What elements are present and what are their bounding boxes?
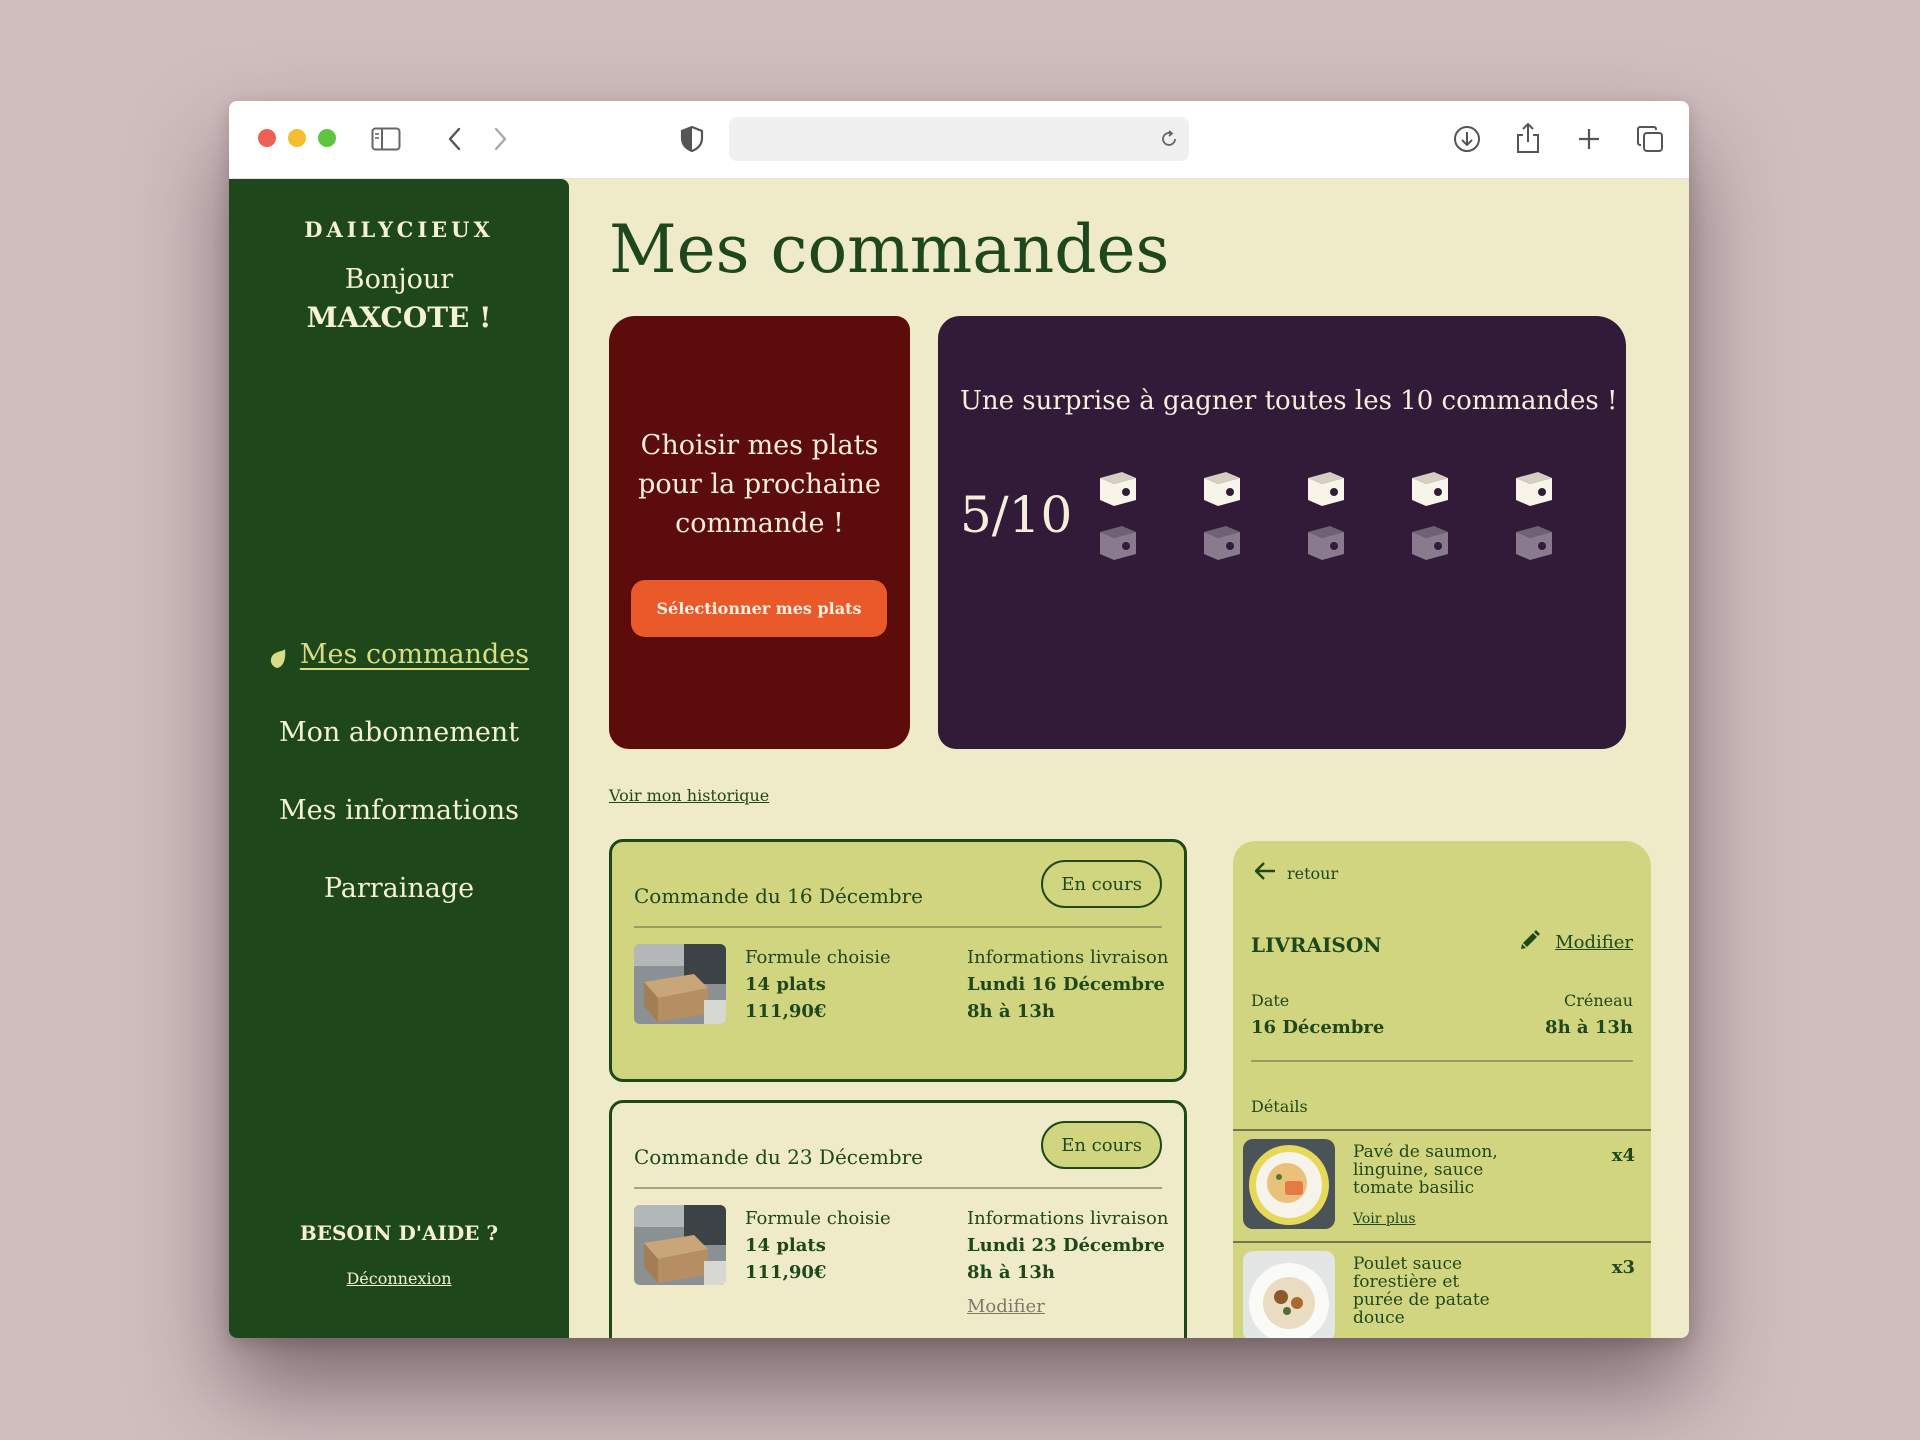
- dish-name: Poulet sauce forestière et purée de pata…: [1353, 1254, 1490, 1328]
- box-filled-icon: [1096, 468, 1140, 508]
- tabs-overview-icon[interactable]: [1634, 123, 1666, 155]
- nav-label: Mes commandes: [299, 639, 530, 670]
- address-bar[interactable]: [729, 117, 1189, 161]
- arrow-left-icon: [1253, 861, 1277, 885]
- box-filled-icon: [1200, 468, 1244, 508]
- order-thumbnail: [634, 1205, 726, 1285]
- close-window-icon[interactable]: [258, 129, 276, 147]
- nav-label: Parrainage: [323, 873, 475, 904]
- box-empty-icon: [1408, 522, 1452, 562]
- browser-toolbar: [229, 101, 1689, 179]
- box-empty-icon: [1096, 522, 1140, 562]
- browser-window: DAILYCIEUX Bonjour MAXCOTE ! Mes command…: [229, 101, 1689, 1338]
- box-filled-icon: [1512, 468, 1556, 508]
- loyalty-text: Une surprise à gagner toutes les 10 comm…: [960, 386, 1618, 416]
- loyalty-count: 5/10: [960, 486, 1073, 544]
- nav-mon-abonnement[interactable]: Mon abonnement: [229, 717, 569, 748]
- order-title: Commande du 16 Décembre: [634, 884, 923, 908]
- status-badge: En cours: [1041, 860, 1162, 908]
- date-value: 16 Décembre: [1251, 1017, 1385, 1038]
- box-empty-icon: [1304, 522, 1348, 562]
- loyalty-card: Une surprise à gagner toutes les 10 comm…: [938, 316, 1626, 749]
- formula-plats: 14 plats: [745, 1235, 826, 1256]
- logout-link[interactable]: Déconnexion: [229, 1269, 569, 1288]
- formula-price: 111,90€: [745, 1001, 827, 1022]
- reload-icon[interactable]: [1157, 127, 1181, 151]
- formula-info: Formule choisie 14 plats 111,90€: [745, 944, 891, 1025]
- back-label: retour: [1287, 863, 1339, 883]
- help-link[interactable]: BESOIN D'AIDE ?: [229, 1221, 569, 1245]
- modify-order-link[interactable]: Modifier: [967, 1296, 1045, 1317]
- share-icon[interactable]: [1512, 121, 1544, 155]
- order-card[interactable]: Commande du 23 Décembre En cours Formule…: [609, 1100, 1187, 1338]
- maximize-window-icon[interactable]: [318, 129, 336, 147]
- list-item[interactable]: Poulet sauce forestière et purée de pata…: [1233, 1241, 1651, 1338]
- delivery-info: Informations livraison Lundi 23 Décembre…: [967, 1205, 1168, 1286]
- box-filled-icon: [1408, 468, 1452, 508]
- date-label: Date: [1251, 991, 1290, 1010]
- sidebar-toggle-icon[interactable]: [371, 125, 401, 153]
- nav-mes-informations[interactable]: Mes informations: [229, 795, 569, 826]
- dish-image: [1243, 1251, 1335, 1338]
- sidebar: DAILYCIEUX Bonjour MAXCOTE ! Mes command…: [229, 179, 569, 1338]
- delivery-day: Lundi 23 Décembre: [967, 1235, 1165, 1256]
- nav-parrainage[interactable]: Parrainage: [229, 873, 569, 904]
- nav-label: Mon abonnement: [278, 717, 520, 748]
- delivery-time: 8h à 13h: [967, 1262, 1055, 1283]
- box-filled-icon: [1304, 468, 1348, 508]
- divider: [634, 926, 1162, 928]
- box-empty-icon: [1512, 522, 1556, 562]
- slot-label: Créneau: [1564, 991, 1633, 1010]
- new-tab-icon[interactable]: [1573, 123, 1605, 155]
- formula-label: Formule choisie: [745, 1208, 891, 1229]
- dish-quantity: x4: [1611, 1145, 1635, 1166]
- select-dishes-button[interactable]: Sélectionner mes plats: [631, 580, 887, 637]
- promo-card: Choisir mes plats pour la prochaine comm…: [609, 316, 910, 749]
- history-link[interactable]: Voir mon historique: [609, 786, 769, 805]
- order-thumbnail: [634, 944, 726, 1024]
- box-empty-icon: [1200, 522, 1244, 562]
- delivery-label: Informations livraison: [967, 1208, 1169, 1229]
- nav-mes-commandes[interactable]: Mes commandes: [229, 639, 569, 670]
- formula-info: Formule choisie 14 plats 111,90€: [745, 1205, 891, 1286]
- privacy-shield-icon[interactable]: [677, 123, 707, 155]
- brand-logo: DAILYCIEUX: [304, 217, 494, 242]
- dish-quantity: x3: [1611, 1257, 1635, 1278]
- details-label: Détails: [1251, 1097, 1308, 1116]
- back-icon[interactable]: [442, 125, 466, 153]
- order-title: Commande du 23 Décembre: [634, 1145, 923, 1169]
- forward-icon[interactable]: [489, 125, 513, 153]
- page-title: Mes commandes: [609, 211, 1170, 288]
- dish-name: Pavé de saumon, linguine, sauce tomate b…: [1353, 1142, 1498, 1198]
- pencil-icon: [1519, 929, 1541, 956]
- panel-title: LIVRAISON: [1251, 933, 1382, 957]
- formula-label: Formule choisie: [745, 947, 891, 968]
- delivery-time: 8h à 13h: [967, 1001, 1055, 1022]
- nav-label: Mes informations: [279, 795, 519, 826]
- promo-text: Choisir mes plats pour la prochaine comm…: [638, 430, 881, 539]
- download-icon[interactable]: [1451, 123, 1483, 155]
- slot-value: 8h à 13h: [1545, 1017, 1633, 1038]
- delivery-label: Informations livraison: [967, 947, 1169, 968]
- modify-delivery-button[interactable]: Modifier: [1519, 929, 1633, 956]
- formula-price: 111,90€: [745, 1262, 827, 1283]
- divider: [1251, 1060, 1633, 1062]
- delivery-day: Lundi 16 Décembre: [967, 974, 1165, 995]
- see-more-link[interactable]: Voir plus: [1353, 1211, 1416, 1227]
- divider: [634, 1187, 1162, 1189]
- delivery-panel: retour LIVRAISON Modifier Date 16 Décemb…: [1233, 841, 1651, 1338]
- status-badge: En cours: [1041, 1121, 1162, 1169]
- greeting: Bonjour: [344, 264, 454, 295]
- modify-label: Modifier: [1555, 932, 1633, 953]
- dish-image: [1243, 1139, 1335, 1229]
- minimize-window-icon[interactable]: [288, 129, 306, 147]
- delivery-info: Informations livraison Lundi 16 Décembre…: [967, 944, 1168, 1025]
- username: MAXCOTE !: [306, 301, 492, 334]
- list-item[interactable]: Pavé de saumon, linguine, sauce tomate b…: [1233, 1129, 1651, 1241]
- formula-plats: 14 plats: [745, 974, 826, 995]
- leaf-icon: [269, 645, 286, 668]
- order-card[interactable]: Commande du 16 Décembre En cours Formule…: [609, 839, 1187, 1082]
- back-link[interactable]: retour: [1253, 861, 1338, 885]
